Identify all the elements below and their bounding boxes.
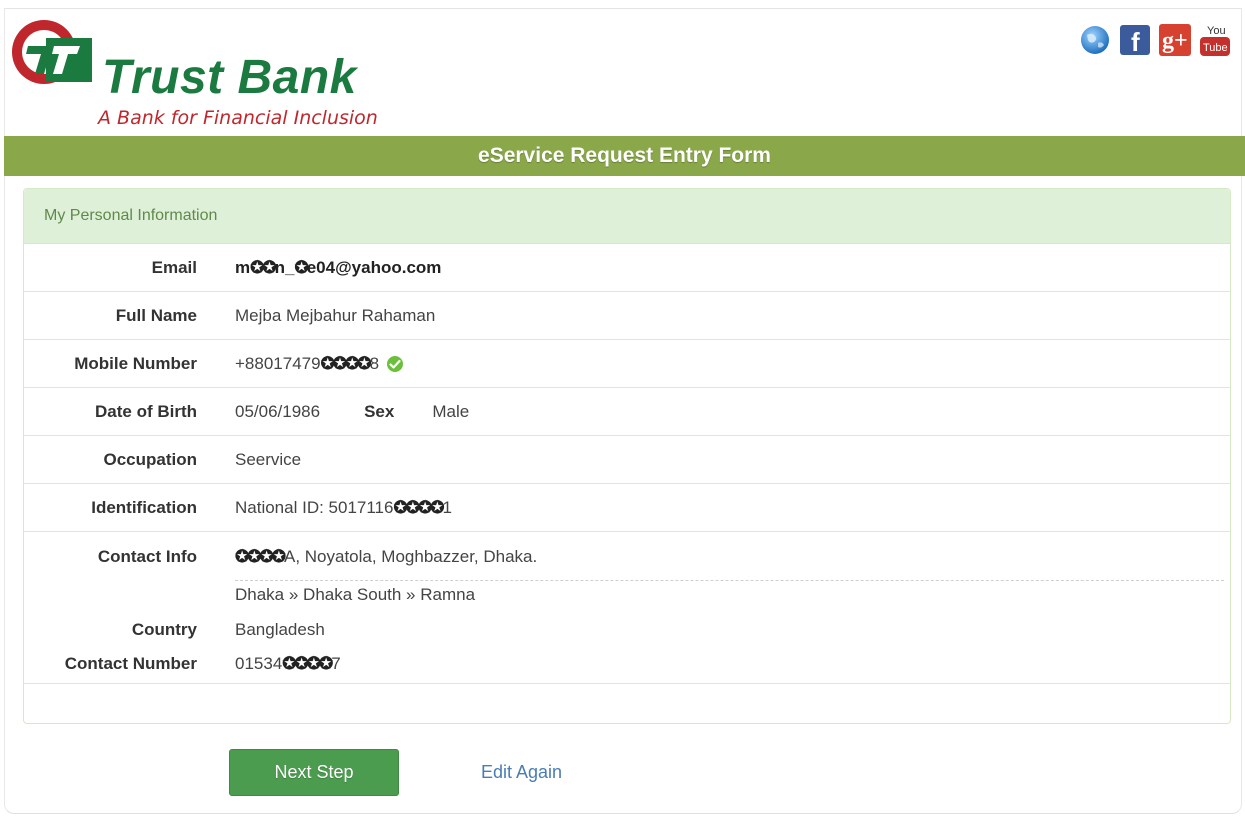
contact-prefix: 01534 [235, 654, 283, 673]
region-value: Dhaka » Dhaka South » Ramna [235, 585, 476, 604]
contact-block: Contact Info ✪✪✪✪ A, Noyatola, Moghbazzer… [24, 532, 1230, 684]
contact-suffix: 7 [331, 654, 341, 673]
svg-text:g+: g+ [1162, 28, 1188, 54]
full-name-value: Mejba Mejbahur Rahaman [235, 305, 436, 325]
address-suffix: A, Noyatola, Moghbazzer, Dhaka. [283, 547, 538, 566]
email-value: m ✪✪ n_ ✪ e04@yahoo.com [235, 258, 441, 278]
id-prefix: National ID: 5017116 [235, 497, 394, 517]
email-row: Email m ✪✪ n_ ✪ e04@yahoo.com [24, 244, 1230, 292]
sex-value: Male [432, 401, 470, 421]
identification-label: Identification [91, 497, 197, 517]
trust-bank-logo-mark-icon [12, 20, 92, 84]
edit-again-link[interactable]: Edit Again [481, 762, 562, 783]
globe-icon[interactable] [1079, 22, 1111, 58]
mobile-row: Mobile Number +88017479 ✪✪✪✪ 8 [24, 340, 1230, 388]
contact-number-label: Contact Number [64, 654, 197, 673]
identification-row: Identification National ID: 5017116 ✪✪✪✪ 1 [24, 484, 1230, 532]
bank-logo[interactable]: Trust Bank A Bank for Financial Inclusio… [10, 16, 430, 128]
identification-value: National ID: 5017116 ✪✪✪✪ 1 [235, 498, 452, 518]
address-mask: ✪✪✪✪ [235, 547, 286, 566]
contact-mask: ✪✪✪✪ [282, 654, 333, 673]
mobile-prefix: +88017479 [235, 353, 321, 373]
youtube-icon[interactable]: You Tube [1199, 22, 1231, 58]
bank-name: Trust Bank [102, 51, 357, 104]
email-mask-1: ✪✪ [250, 257, 276, 277]
address-divider [235, 580, 1224, 581]
email-mask-2: ✪ [294, 257, 308, 277]
region-line: Dhaka » Dhaka South » Ramna [24, 583, 475, 607]
dob-label: Date of Birth [95, 401, 197, 421]
next-step-button[interactable]: Next Step [229, 749, 399, 796]
id-suffix: 1 [442, 497, 452, 517]
occupation-label: Occupation [103, 449, 197, 469]
contact-number-value: 01534 ✪✪✪✪ 7 [235, 654, 341, 674]
dob-row: Date of Birth 05/06/1986 Sex Male [24, 388, 1230, 436]
dob-text: 05/06/1986 [235, 401, 321, 421]
contact-number-line: Contact Number 01534 ✪✪✪✪ 7 [24, 652, 341, 676]
email-prefix: m [235, 257, 251, 277]
panel-heading: My Personal Information [24, 189, 1230, 244]
mobile-label: Mobile Number [74, 353, 197, 373]
contact-info-label: Contact Info [97, 547, 197, 566]
facebook-icon[interactable]: f [1119, 22, 1151, 58]
dob-value: 05/06/1986 Sex Male [235, 402, 469, 422]
email-mid: n_ [274, 257, 295, 277]
form-title: eService Request Entry Form [478, 144, 771, 167]
country-value: Bangladesh [235, 620, 325, 639]
form-title-bar: eService Request Entry Form [4, 136, 1245, 176]
verified-check-icon [387, 355, 404, 372]
address-value: ✪✪✪✪ A, Noyatola, Moghbazzer, Dhaka. [235, 547, 537, 567]
mobile-suffix: 8 [369, 353, 380, 373]
full-name-row: Full Name Mejba Mejbahur Rahaman [24, 292, 1230, 340]
svg-text:You: You [1207, 25, 1226, 37]
mobile-value: +88017479 ✪✪✪✪ 8 [235, 354, 405, 374]
email-label: Email [151, 257, 197, 277]
mobile-mask: ✪✪✪✪ [320, 353, 372, 373]
contact-info-line: Contact Info ✪✪✪✪ A, Noyatola, Moghbazzer… [24, 545, 537, 569]
social-links: f g+ You Tube [1079, 22, 1231, 58]
country-label: Country [131, 620, 197, 639]
personal-info-panel: My Personal Information Email m ✪✪ n_ ✪ e04@… [23, 188, 1231, 724]
occupation-value: Seervice [235, 449, 302, 469]
id-mask: ✪✪✪✪ [393, 497, 444, 517]
country-line: Country Bangladesh [24, 618, 325, 642]
google-plus-icon[interactable]: g+ [1159, 22, 1191, 58]
svg-text:f: f [1131, 27, 1140, 55]
email-suffix: e04@yahoo.com [306, 257, 442, 277]
full-name-label: Full Name [115, 305, 197, 325]
occupation-row: Occupation Seervice [24, 436, 1230, 484]
sex-label: Sex [364, 401, 395, 421]
bank-tagline: A Bank for Financial Inclusion [98, 107, 378, 129]
svg-text:Tube: Tube [1203, 42, 1228, 54]
